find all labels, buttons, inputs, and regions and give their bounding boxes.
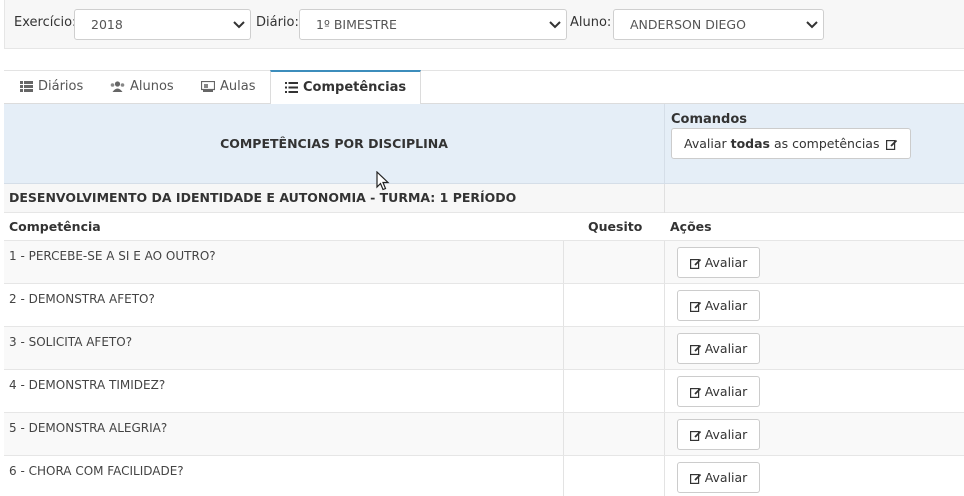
competencia-text: 4 - DEMONSTRA TIMIDEZ? <box>9 378 166 392</box>
table-title: COMPETÊNCIAS POR DISCIPLINA <box>220 136 448 151</box>
edit-icon <box>689 430 701 441</box>
evaluate-all-bold: todas <box>730 136 770 151</box>
section-title: DESENVOLVIMENTO DA IDENTIDADE E AUTONOMI… <box>9 190 517 205</box>
aluno-label: Aluno: <box>570 15 612 30</box>
table-header: COMPETÊNCIAS POR DISCIPLINA Comandos Ava… <box>4 104 964 184</box>
competencia-text: 6 - CHORA COM FACILIDADE? <box>9 464 184 478</box>
competencia-text: 5 - DEMONSTRA ALEGRIA? <box>9 421 168 435</box>
exercicio-select-value: 2018 <box>91 17 123 32</box>
column-header-acoes: Ações <box>670 219 712 234</box>
filter-bar: Exercício: 2018 Diário: 1º BIMESTRE Alun… <box>4 0 964 49</box>
divider <box>664 456 665 496</box>
list-icon <box>20 81 33 92</box>
avaliar-button[interactable]: Avaliar <box>677 290 760 321</box>
avaliar-button-label: Avaliar <box>704 298 748 313</box>
competencia-text: 3 - SOLICITA AFETO? <box>9 335 133 349</box>
avaliar-button-label: Avaliar <box>704 255 748 270</box>
table-row: 1 - PERCEBE-SE A SI E AO OUTRO? Avaliar <box>4 241 964 284</box>
avaliar-button[interactable]: Avaliar <box>677 247 760 278</box>
chevron-down-icon <box>233 21 245 29</box>
divider <box>664 241 665 283</box>
classroom-icon <box>201 81 215 92</box>
chevron-down-icon <box>806 21 818 29</box>
table-row: 2 - DEMONSTRA AFETO? Avaliar <box>4 284 964 327</box>
column-header-quesito: Quesito <box>588 219 643 234</box>
avaliar-button[interactable]: Avaliar <box>677 462 760 493</box>
evaluate-all-suffix: as competências <box>770 136 880 151</box>
table-row: 5 - DEMONSTRA ALEGRIA? Avaliar <box>4 413 964 456</box>
tab-competencias-label: Competências <box>303 80 407 95</box>
avaliar-button[interactable]: Avaliar <box>677 376 760 407</box>
divider <box>664 413 665 455</box>
commands-label: Comandos <box>671 112 748 127</box>
divider <box>563 370 564 412</box>
avaliar-button[interactable]: Avaliar <box>677 333 760 364</box>
section-row: DESENVOLVIMENTO DA IDENTIDADE E AUTONOMI… <box>4 184 964 213</box>
edit-icon <box>886 139 898 150</box>
divider <box>563 241 564 283</box>
competencia-text: 1 - PERCEBE-SE A SI E AO OUTRO? <box>9 249 216 263</box>
list-ul-icon <box>285 82 298 93</box>
avaliar-button-label: Avaliar <box>704 470 748 485</box>
table-row: 6 - CHORA COM FACILIDADE? Avaliar <box>4 456 964 496</box>
edit-icon <box>689 258 701 269</box>
divider <box>563 327 564 369</box>
aluno-select[interactable]: ANDERSON DIEGO <box>613 9 824 40</box>
evaluate-all-button[interactable]: Avaliar todas as competências <box>671 128 912 159</box>
tab-alunos[interactable]: Alunos <box>96 71 188 105</box>
diario-select-value: 1º BIMESTRE <box>316 17 397 32</box>
column-header-row: Competência Quesito Ações <box>4 213 964 241</box>
divider <box>664 370 665 412</box>
divider <box>664 327 665 369</box>
tab-bar: Diários Alunos Aulas Competências <box>4 70 964 105</box>
commands-cell: Comandos Avaliar todas as competências <box>664 104 964 184</box>
exercicio-label: Exercício: <box>14 15 77 30</box>
tab-diarios-label: Diários <box>38 79 84 94</box>
edit-icon <box>689 387 701 398</box>
diario-label: Diário: <box>256 15 299 30</box>
tab-aulas-label: Aulas <box>220 79 256 94</box>
evaluate-all-prefix: Avaliar <box>684 136 731 151</box>
exercicio-select[interactable]: 2018 <box>74 9 251 40</box>
edit-icon <box>689 344 701 355</box>
diario-select[interactable]: 1º BIMESTRE <box>299 9 567 40</box>
avaliar-button-label: Avaliar <box>704 384 748 399</box>
tab-diarios[interactable]: Diários <box>6 71 97 105</box>
tab-aulas[interactable]: Aulas <box>187 71 269 105</box>
competencia-text: 2 - DEMONSTRA AFETO? <box>9 292 155 306</box>
edit-icon <box>689 473 701 484</box>
table-row: 4 - DEMONSTRA TIMIDEZ? Avaliar <box>4 370 964 413</box>
tab-competencias[interactable]: Competências <box>270 70 422 105</box>
chevron-down-icon <box>549 21 561 29</box>
column-header-competencia: Competência <box>9 219 101 234</box>
aluno-select-value: ANDERSON DIEGO <box>630 17 746 32</box>
divider <box>563 413 564 455</box>
avaliar-button-label: Avaliar <box>704 341 748 356</box>
tab-alunos-label: Alunos <box>130 79 174 94</box>
divider <box>664 184 665 213</box>
divider <box>563 456 564 496</box>
divider <box>563 284 564 326</box>
mouse-cursor-icon <box>376 171 390 191</box>
edit-icon <box>689 301 701 312</box>
users-icon <box>110 81 125 92</box>
divider <box>664 284 665 326</box>
avaliar-button-label: Avaliar <box>704 427 748 442</box>
table-row: 3 - SOLICITA AFETO? Avaliar <box>4 327 964 370</box>
avaliar-button[interactable]: Avaliar <box>677 419 760 450</box>
